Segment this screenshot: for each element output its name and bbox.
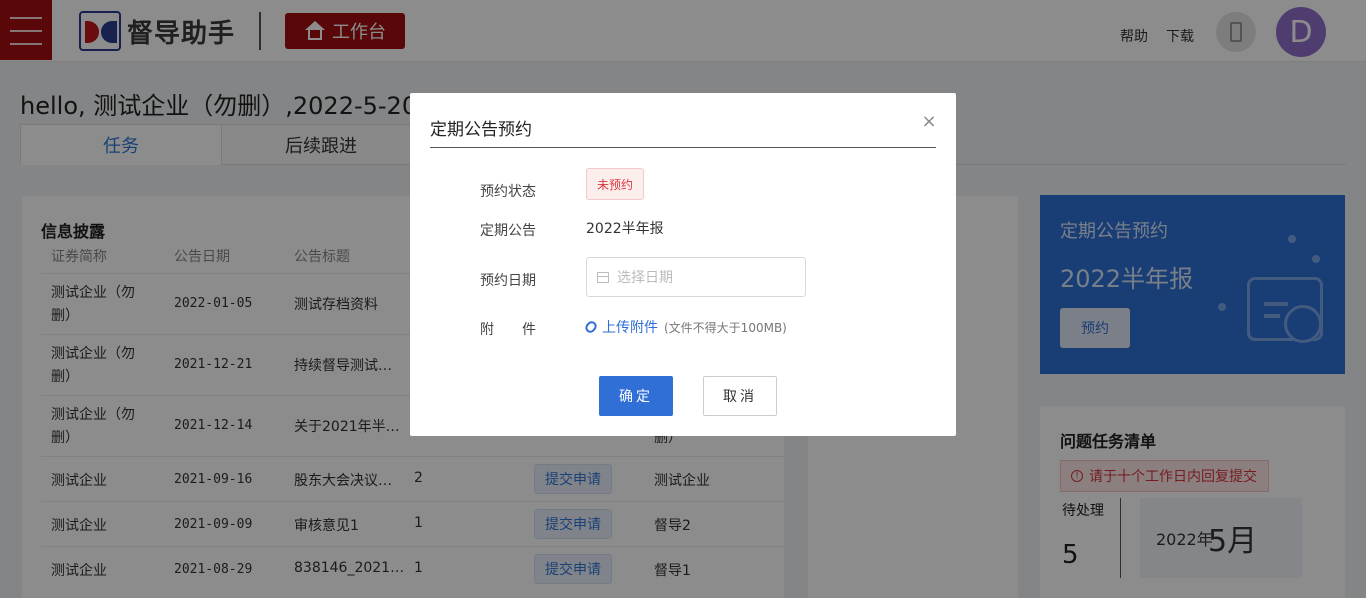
status-badge: 未预约 bbox=[586, 168, 644, 200]
attachment-label: 附 件 bbox=[480, 322, 536, 338]
confirm-button[interactable]: 确定 bbox=[599, 376, 673, 416]
calendar-icon bbox=[597, 271, 609, 283]
date-placeholder: 选择日期 bbox=[617, 270, 673, 286]
status-label: 预约状态 bbox=[480, 184, 536, 200]
report-label: 定期公告 bbox=[480, 223, 536, 239]
dialog-title: 定期公告预约 bbox=[430, 120, 532, 140]
report-value: 2022半年报 bbox=[586, 221, 664, 237]
upload-attachment-link[interactable]: 上传附件 (文件不得大于100MB) bbox=[583, 317, 787, 337]
close-icon[interactable]: × bbox=[920, 113, 938, 131]
date-picker-input[interactable]: 选择日期 bbox=[586, 257, 806, 297]
reservation-dialog: 定期公告预约 × 预约状态 未预约 定期公告 2022半年报 预约日期 选择日期… bbox=[410, 93, 956, 436]
paperclip-icon bbox=[583, 319, 599, 335]
dialog-divider bbox=[430, 147, 936, 148]
upload-label: 上传附件 bbox=[602, 320, 658, 336]
date-label: 预约日期 bbox=[480, 273, 536, 289]
cancel-button[interactable]: 取消 bbox=[703, 376, 777, 416]
upload-hint: (文件不得大于100MB) bbox=[664, 320, 787, 335]
